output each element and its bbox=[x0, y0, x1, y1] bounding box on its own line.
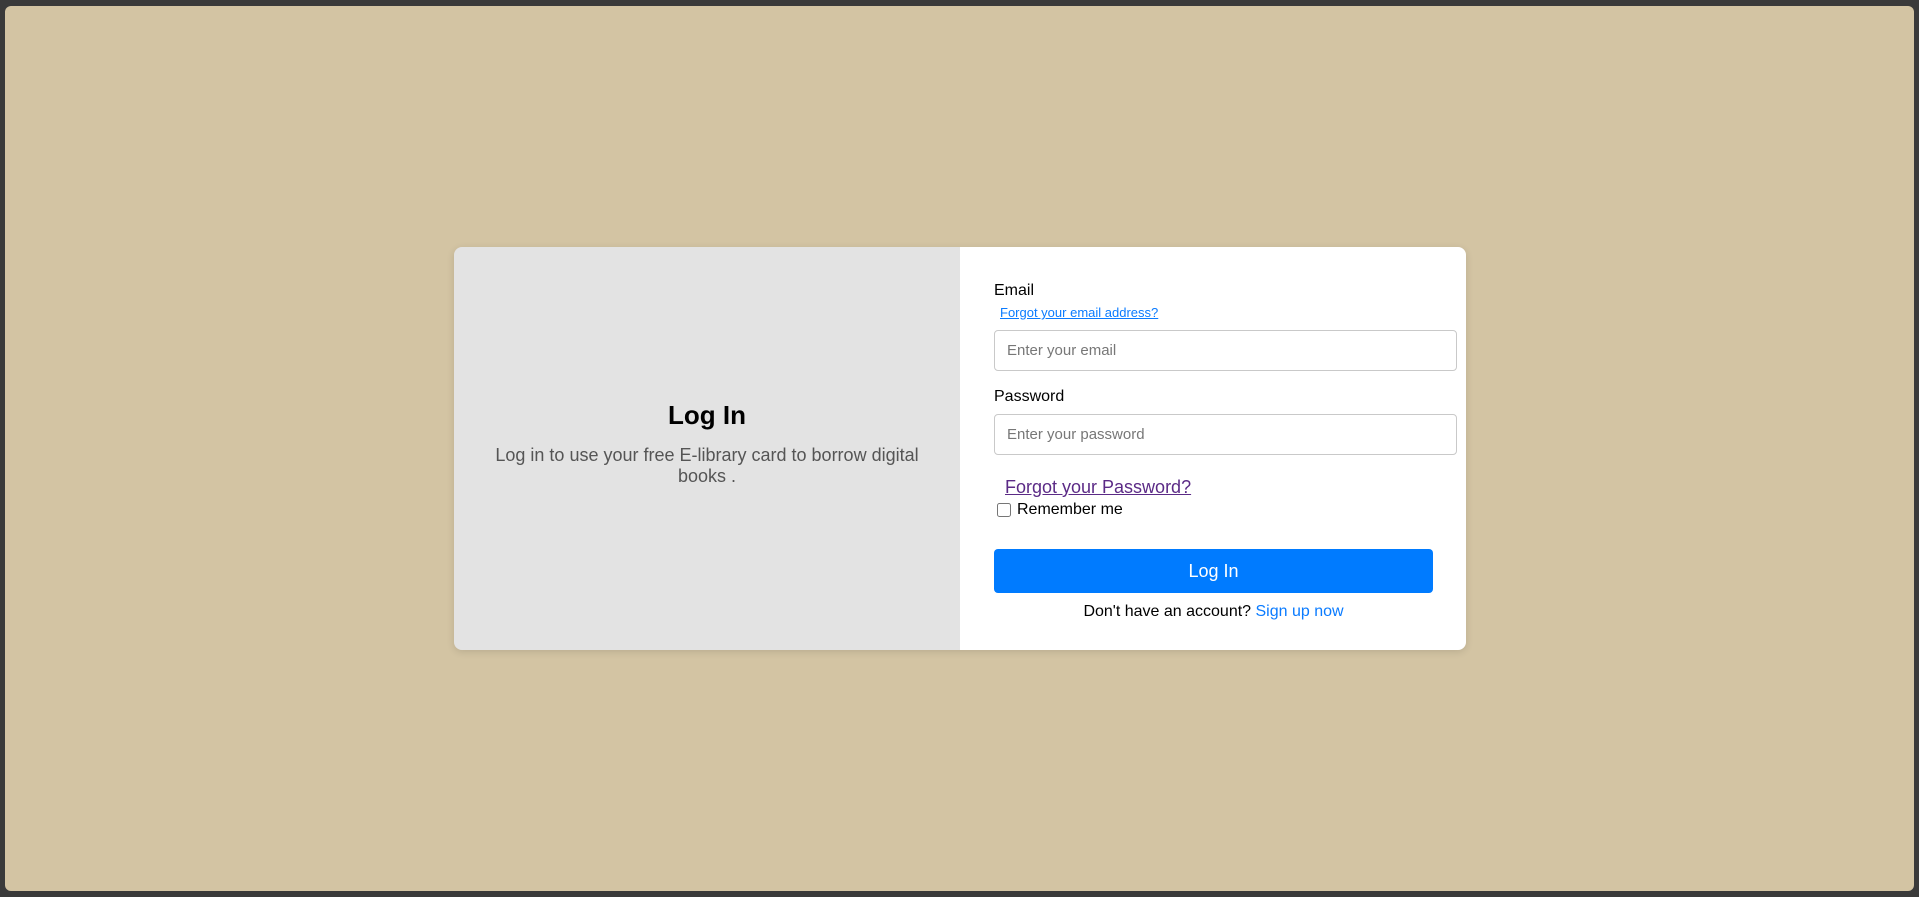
no-account-text: Don't have an account? bbox=[1083, 603, 1256, 620]
forgot-email-link[interactable]: Forgot your email address? bbox=[1000, 305, 1158, 320]
intro-panel: Log In Log in to use your free E-library… bbox=[454, 247, 960, 650]
password-input[interactable] bbox=[994, 414, 1457, 455]
email-label: Email bbox=[994, 282, 1035, 299]
page-background: Log In Log in to use your free E-library… bbox=[5, 6, 1914, 891]
remember-me-label: Remember me bbox=[1017, 501, 1123, 518]
signup-link[interactable]: Sign up now bbox=[1256, 603, 1344, 620]
login-button[interactable]: Log In bbox=[994, 549, 1433, 593]
remember-me-checkbox[interactable] bbox=[997, 503, 1011, 517]
page-title: Log In bbox=[668, 400, 746, 430]
login-form: Email Forgot your email address? Passwor… bbox=[960, 247, 1466, 650]
intro-text: Log in to use your free E-library card t… bbox=[495, 445, 919, 486]
signup-prompt: Don't have an account? Sign up now bbox=[994, 603, 1433, 621]
login-card: Log In Log in to use your free E-library… bbox=[454, 247, 1466, 650]
email-input[interactable] bbox=[994, 330, 1457, 371]
password-label: Password bbox=[994, 388, 1065, 405]
remember-me[interactable]: Remember me bbox=[997, 501, 1123, 519]
forgot-password-link[interactable]: Forgot your Password? bbox=[1005, 477, 1191, 498]
